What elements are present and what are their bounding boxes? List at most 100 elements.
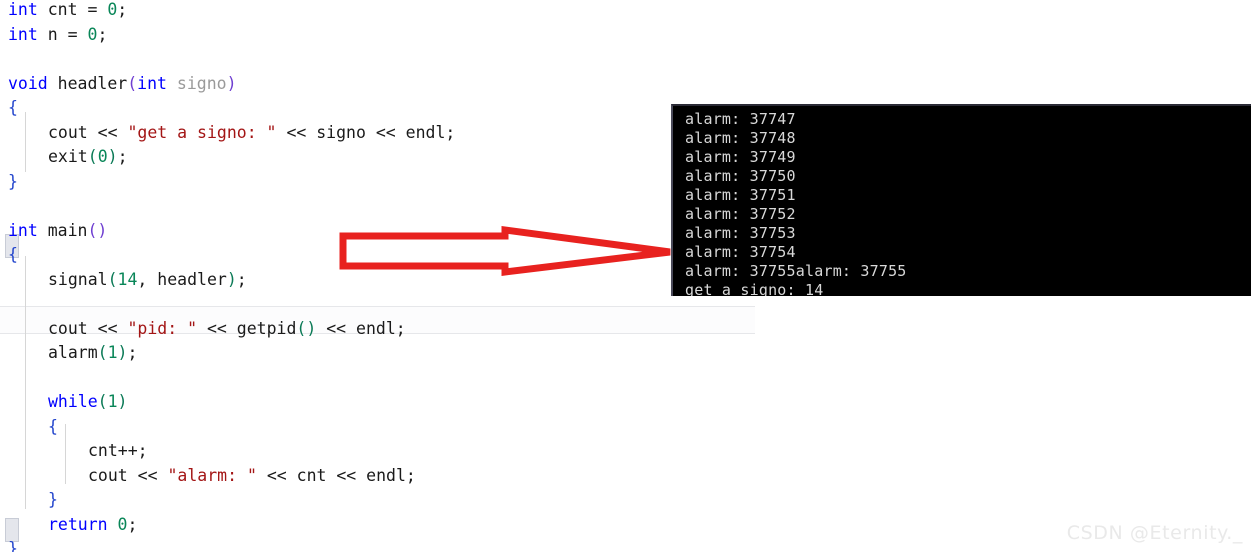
- code-token: {: [8, 98, 18, 117]
- code-line-content: int cnt = 0;: [0, 0, 127, 23]
- code-line-content: }: [0, 170, 18, 195]
- code-token: 14: [117, 269, 138, 289]
- code-token: ): [226, 73, 237, 93]
- code-token: <<: [137, 465, 158, 485]
- code-token: <<: [97, 318, 118, 338]
- code-token: }: [8, 171, 18, 191]
- screenshot-root: int cnt = 0; int n = 0; void headler(int s…: [0, 0, 1251, 552]
- code-line-content: int n = 0;: [0, 23, 107, 48]
- code-token: main: [37, 220, 88, 240]
- terminal-line: alarm: 37754: [685, 243, 796, 261]
- code-line[interactable]: return 0;: [0, 513, 1251, 538]
- code-token: n: [37, 24, 68, 44]
- code-token: }: [48, 490, 58, 509]
- code-line-content: {: [0, 415, 58, 440]
- code-token: ;: [117, 0, 128, 19]
- code-line[interactable]: {: [0, 415, 1251, 440]
- code-token: getpid: [226, 318, 297, 338]
- code-line[interactable]: }: [0, 488, 1251, 513]
- code-token: 0: [117, 514, 128, 534]
- code-line[interactable]: cout << "pid: " << getpid() << endl;: [0, 317, 1251, 342]
- code-token: <<: [97, 122, 118, 142]
- code-line-content: int main(): [0, 219, 107, 244]
- code-token: headler: [47, 73, 128, 93]
- terminal-line: alarm: 37753: [685, 224, 796, 242]
- code-token: ;: [117, 147, 128, 166]
- terminal-line: alarm: 37747: [685, 110, 796, 128]
- terminal-line: alarm: 37755alarm: 37755: [685, 262, 907, 280]
- code-line[interactable]: alarm(1);: [0, 341, 1251, 366]
- code-token: signal: [48, 269, 108, 289]
- code-line-content: cout << "alarm: " << cnt << endl;: [0, 464, 416, 489]
- code-line[interactable]: while(1): [0, 390, 1251, 415]
- code-line-content: signal(14, headler);: [0, 268, 247, 293]
- code-token: void: [8, 73, 48, 93]
- terminal-line: alarm: 37751: [685, 186, 796, 204]
- code-line-content: {: [0, 243, 18, 268]
- code-token: (: [97, 392, 108, 411]
- code-token: cnt++;: [88, 441, 148, 460]
- code-line[interactable]: }: [0, 537, 1251, 552]
- terminal-line: alarm: 37752: [685, 205, 796, 223]
- code-token: (: [97, 343, 108, 362]
- terminal-line: alarm: 37749: [685, 148, 796, 166]
- code-token: <<: [336, 465, 357, 485]
- terminal-line: alarm: 37750: [685, 167, 796, 185]
- code-token: 1: [107, 343, 118, 362]
- code-token: , headler: [137, 269, 227, 289]
- code-line[interactable]: void headler(int signo): [0, 72, 1251, 97]
- code-line-content: {: [0, 96, 18, 121]
- code-token: (: [127, 73, 138, 93]
- code-token: "alarm: ": [167, 465, 257, 485]
- code-token: "pid: ": [127, 318, 198, 338]
- code-token: 0: [87, 24, 98, 44]
- code-line-content: void headler(int signo): [0, 72, 237, 97]
- code-token: endl;: [356, 465, 416, 485]
- code-token: ;: [236, 269, 247, 289]
- code-line[interactable]: cout << "alarm: " << cnt << endl;: [0, 464, 1251, 489]
- code-token: {: [48, 416, 58, 436]
- code-line[interactable]: [0, 47, 1251, 72]
- code-token: <<: [286, 122, 307, 142]
- code-line-content: exit(0);: [0, 145, 128, 170]
- code-line[interactable]: int cnt = 0;: [0, 0, 1251, 23]
- code-token: ;: [97, 24, 108, 44]
- code-line[interactable]: cnt++;: [0, 439, 1251, 464]
- code-token: int: [8, 24, 38, 44]
- terminal-line: get a signo: 14: [685, 281, 824, 296]
- code-token: =: [67, 24, 78, 44]
- code-token: cnt: [286, 465, 337, 485]
- code-token: ): [107, 147, 118, 166]
- code-token: return: [48, 514, 108, 534]
- code-line[interactable]: int n = 0;: [0, 23, 1251, 48]
- code-token: cout: [48, 318, 98, 338]
- code-token: while: [48, 392, 98, 411]
- code-token: signo: [306, 122, 376, 142]
- code-token: ): [117, 392, 128, 411]
- code-token: <<: [206, 318, 227, 338]
- code-token: 0: [97, 147, 108, 166]
- code-line-content: cnt++;: [0, 439, 148, 464]
- code-token: signo: [176, 73, 227, 93]
- code-token: =: [87, 0, 98, 19]
- code-token: (: [87, 147, 98, 166]
- terminal-output-panel[interactable]: alarm: 37747 alarm: 37748 alarm: 37749 alar…: [671, 104, 1251, 296]
- code-token: <<: [266, 465, 287, 485]
- code-token: 1: [107, 392, 118, 411]
- csdn-watermark: CSDN @Eternity._: [1066, 522, 1243, 544]
- code-token: int: [8, 0, 38, 19]
- code-token: cout: [48, 122, 98, 142]
- terminal-line: alarm: 37748: [685, 129, 796, 147]
- code-line[interactable]: [0, 366, 1251, 391]
- code-token: (: [107, 269, 118, 289]
- code-line-content: return 0;: [0, 513, 137, 538]
